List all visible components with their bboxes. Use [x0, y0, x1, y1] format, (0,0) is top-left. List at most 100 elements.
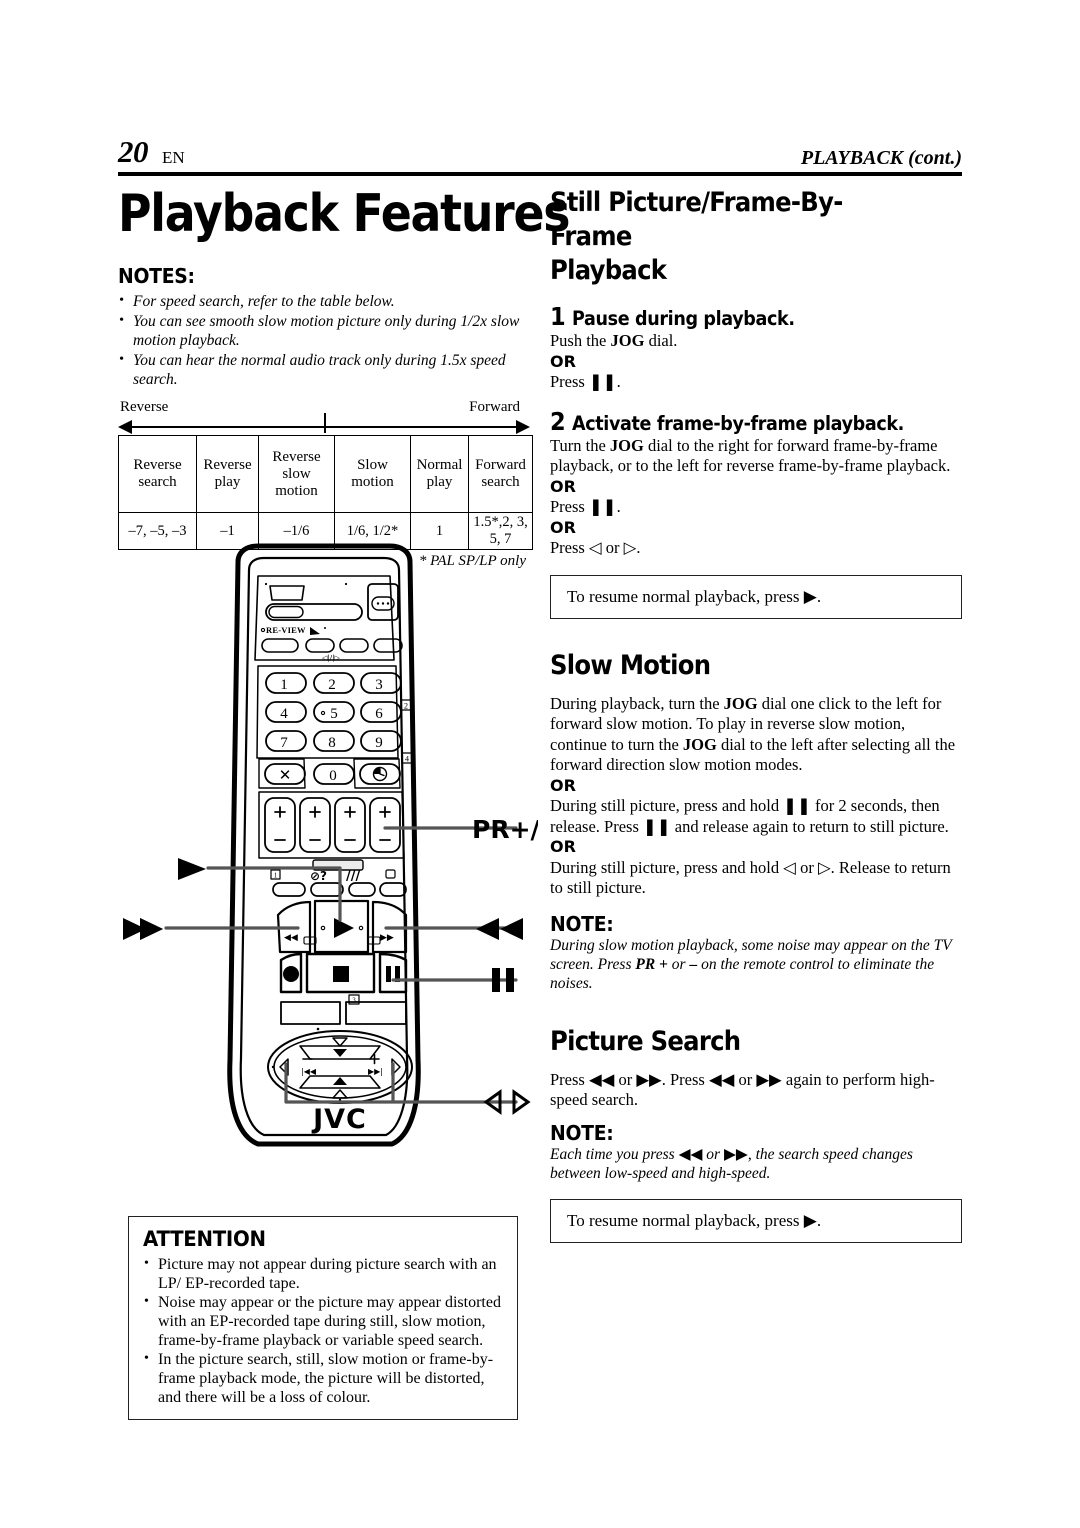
svg-text:⊘?: ⊘?: [310, 869, 327, 883]
step-2-alt-2: Press ◁ or ▷.: [550, 538, 962, 559]
resume-text: To resume normal playback, press: [567, 586, 800, 606]
header-rule: [118, 172, 962, 176]
svg-text:2: 2: [404, 702, 408, 711]
text-fragment: Turn the: [550, 435, 610, 455]
right-column: Still Picture/Frame-By-Frame Playback 1 …: [550, 186, 962, 1243]
left-triangle-icon: ◁: [588, 538, 602, 557]
svg-text:5: 5: [330, 706, 338, 722]
keyword-jog: JOG: [723, 693, 758, 713]
page-header: 20 EN PLAYBACK (cont.): [118, 128, 962, 176]
note-heading-slow-motion: NOTE:: [550, 911, 614, 936]
play-arrow-callout-icon: [178, 858, 206, 880]
direction-arrow-icon: [118, 413, 530, 435]
svg-text:1: 1: [274, 872, 278, 880]
pause-icon: ❚❚: [783, 796, 811, 815]
text-fragment: During still picture, press and hold: [550, 857, 784, 877]
right-triangle-icon: ▷: [817, 857, 831, 877]
step-number: 2: [550, 406, 566, 436]
left-triangle-icon: ◁: [783, 857, 796, 877]
svg-text:3: 3: [375, 677, 383, 693]
pause-icon: ❚❚: [643, 816, 671, 836]
fast-forward-icon: ▶▶: [756, 1069, 782, 1089]
direction-label-forward: Forward: [469, 399, 520, 415]
svg-text:4: 4: [405, 755, 409, 764]
left-column: Playback Features NOTES: For speed searc…: [118, 186, 571, 570]
table-header-cell: Normal play: [410, 435, 469, 513]
step-2: 2 Activate frame-by-frame playback.: [550, 407, 962, 436]
text-fragment: Press: [550, 497, 589, 516]
text-fragment: .: [616, 372, 621, 391]
svg-text:3: 3: [352, 997, 356, 1005]
text-fragment: During still picture, press and hold: [550, 796, 784, 815]
svg-text:6: 6: [375, 706, 383, 722]
svg-text:0: 0: [329, 768, 337, 784]
text-fragment: Press: [550, 1069, 589, 1089]
play-icon: ▶: [803, 586, 817, 607]
table-header-cell: Reverse search: [118, 435, 197, 513]
table-header-cell: Reverse slow motion: [258, 435, 335, 513]
section-heading-line-1: Still Picture/Frame-By-Frame: [550, 187, 843, 252]
svg-text:◁|/|▷: ◁|/|▷: [322, 654, 340, 662]
or-separator: OR: [550, 837, 576, 856]
direction-label-reverse: Reverse: [120, 399, 169, 415]
resume-playback-box-2: To resume normal playback, press ▶.: [550, 1198, 962, 1243]
page-language-code: EN: [162, 148, 185, 167]
manual-page: 20 EN PLAYBACK (cont.) Playback Features…: [0, 0, 1080, 1528]
slow-motion-paragraph-3: During still picture, press and hold ◁ o…: [550, 858, 962, 899]
step-label: Pause during playback.: [572, 307, 795, 330]
text-fragment: or: [702, 1145, 724, 1163]
step-1-alt: Press ❚❚.: [550, 372, 962, 393]
keyword-jog: JOG: [609, 435, 644, 455]
svg-text:▶▶|: ▶▶|: [368, 1067, 383, 1076]
svg-text:|◀◀: |◀◀: [301, 1067, 317, 1076]
resume-text: To resume normal playback, press: [567, 1210, 800, 1230]
svg-text:1: 1: [280, 677, 288, 693]
rewind-icon: ◀◀: [708, 1069, 735, 1089]
running-head: PLAYBACK (cont.): [800, 147, 962, 169]
note-body-slow-motion: During slow motion playback, some noise …: [550, 936, 962, 993]
svg-text:7: 7: [280, 735, 288, 751]
svg-text:8: 8: [328, 735, 336, 751]
notes-list: For speed search, refer to the table bel…: [118, 291, 530, 389]
pr-callout-label: PR+/−: [472, 815, 538, 844]
remote-control-illustration: RE-VIEW ◁|/|▷ 1 2 3 4 5 6 7 8 9 2 ✕ 0 4 …: [118, 540, 538, 1160]
pause-icon: ❚❚: [588, 497, 617, 516]
section-heading-picture-search: Picture Search: [550, 1025, 741, 1057]
play-icon: ▶: [803, 1210, 817, 1231]
section-heading-slow-motion: Slow Motion: [550, 649, 711, 681]
svg-text:4: 4: [280, 706, 288, 722]
text-fragment: dial.: [644, 331, 678, 350]
attention-box: ATTENTION Picture may not appear during …: [128, 1216, 518, 1420]
notes-heading: NOTES:: [118, 264, 195, 288]
picture-search-paragraph: Press ◀◀ or ▶▶. Press ◀◀ or ▶▶ again to …: [550, 1070, 962, 1111]
fast-forward-icon: ▶▶: [636, 1069, 662, 1089]
table-header-cell: Forward search: [468, 435, 533, 513]
text-fragment: and release again to return to still pic…: [670, 816, 949, 836]
step-2-body: Turn the JOG dial to the right for forwa…: [550, 436, 962, 477]
attention-heading: ATTENTION: [143, 1227, 266, 1251]
rewind-icon: ◀◀: [678, 1144, 703, 1163]
slow-motion-paragraph-1: During playback, turn the JOG dial one c…: [550, 694, 962, 776]
svg-text:JVC: JVC: [311, 1104, 367, 1135]
text-fragment: .: [636, 538, 641, 557]
svg-text:◀◀: ◀◀: [284, 933, 298, 943]
keyword-pr: PR +: [635, 955, 668, 973]
speed-table: Reverse search Reverse play Reverse slow…: [118, 435, 533, 550]
svg-text:✕: ✕: [279, 768, 292, 784]
text-fragment: During playback, turn the: [550, 693, 724, 713]
section-heading-still-picture: Still Picture/Frame-By-Frame Playback: [550, 186, 921, 288]
right-triangle-icon: ▷: [623, 538, 637, 557]
list-item: In the picture search, still, slow motio…: [143, 1349, 505, 1407]
pause-icon: ❚❚: [588, 372, 617, 391]
svg-text:RE-VIEW: RE-VIEW: [266, 625, 306, 635]
text-fragment: or: [734, 1069, 757, 1089]
text-fragment: .: [616, 497, 621, 516]
svg-text:///: ///: [346, 869, 360, 884]
text-fragment: or: [614, 1069, 637, 1089]
note-heading-picture-search: NOTE:: [550, 1120, 614, 1145]
text-fragment: . Press: [661, 1069, 709, 1089]
rewind-icon: ◀◀: [588, 1069, 615, 1089]
keyword-jog: JOG: [610, 331, 645, 350]
list-item: Picture may not appear during picture se…: [143, 1254, 505, 1293]
svg-text:▶▶: ▶▶: [380, 933, 394, 943]
